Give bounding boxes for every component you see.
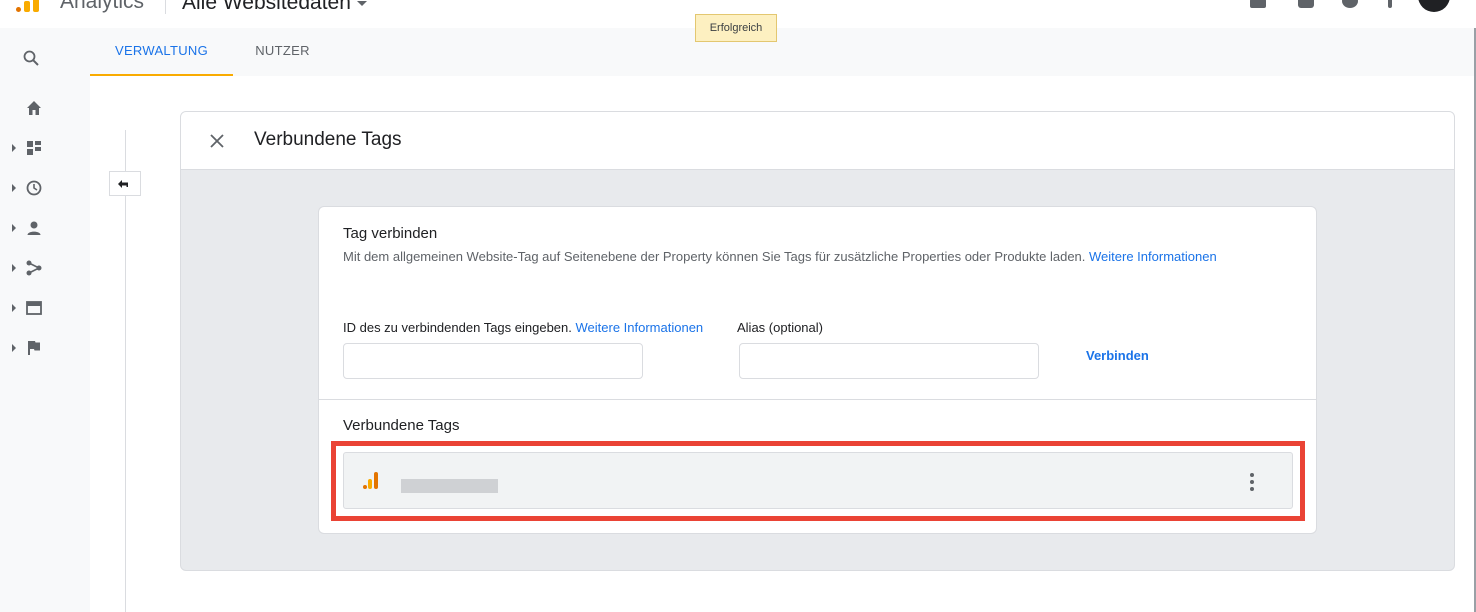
avatar[interactable] bbox=[1418, 0, 1450, 12]
alias-label: Alias (optional) bbox=[737, 320, 823, 335]
tab-verwaltung[interactable]: VERWALTUNG bbox=[90, 28, 233, 76]
expand-arrow-icon[interactable] bbox=[12, 304, 16, 312]
highlight-box bbox=[331, 441, 1305, 521]
account-selector[interactable]: Alle Websitedaten bbox=[182, 0, 367, 15]
back-arrow-icon bbox=[118, 179, 128, 188]
section-title: Tag verbinden bbox=[343, 225, 438, 242]
tag-id-label-text: ID des zu verbindenden Tags eingeben. bbox=[343, 320, 572, 335]
search-icon[interactable] bbox=[23, 50, 39, 66]
left-nav bbox=[0, 28, 90, 612]
connect-tag-card: Tag verbinden Mit dem allgemeinen Websit… bbox=[318, 206, 1317, 534]
header-divider bbox=[165, 0, 166, 14]
flag-icon[interactable] bbox=[26, 340, 42, 356]
description-text: Mit dem allgemeinen Website-Tag auf Seit… bbox=[343, 249, 1086, 264]
more-vert-icon[interactable] bbox=[1388, 0, 1392, 8]
success-toast: Erfolgreich bbox=[695, 14, 777, 42]
close-icon bbox=[210, 134, 224, 148]
alias-input[interactable] bbox=[739, 343, 1039, 379]
expand-arrow-icon[interactable] bbox=[12, 264, 16, 272]
caret-down-icon bbox=[356, 0, 367, 6]
tag-id-input[interactable] bbox=[343, 343, 643, 379]
expand-arrow-icon[interactable] bbox=[12, 344, 16, 352]
side-rail bbox=[125, 130, 126, 612]
expand-arrow-icon[interactable] bbox=[12, 184, 16, 192]
admin-tabs: VERWALTUNG NUTZER bbox=[90, 28, 1476, 76]
expand-arrow-icon[interactable] bbox=[12, 144, 16, 152]
connected-tags-panel: Verbundene Tags Tag verbinden Mit dem al… bbox=[180, 111, 1455, 571]
account-name: Alle Websitedaten bbox=[182, 0, 351, 14]
section-description: Mit dem allgemeinen Website-Tag auf Seit… bbox=[343, 247, 1243, 266]
close-button[interactable] bbox=[206, 130, 228, 152]
product-name: Analytics bbox=[60, 0, 145, 13]
help-icon[interactable] bbox=[1342, 0, 1358, 8]
connect-button[interactable]: Verbinden bbox=[1086, 348, 1149, 363]
panel-header: Verbundene Tags bbox=[181, 112, 1454, 170]
learn-more-link[interactable]: Weitere Informationen bbox=[1089, 249, 1217, 264]
tag-id-label: ID des zu verbindenden Tags eingeben. We… bbox=[343, 320, 703, 335]
section-divider bbox=[319, 399, 1316, 400]
share-icon[interactable] bbox=[26, 260, 42, 276]
analytics-logo[interactable] bbox=[14, 0, 42, 12]
apps-icon[interactable] bbox=[1298, 0, 1314, 8]
expand-arrow-icon[interactable] bbox=[12, 224, 16, 232]
clock-icon[interactable] bbox=[26, 180, 42, 196]
tag-id-learn-more-link[interactable]: Weitere Informationen bbox=[576, 320, 704, 335]
back-button[interactable] bbox=[109, 171, 141, 196]
connected-tags-title: Verbundene Tags bbox=[343, 417, 460, 434]
panel-title: Verbundene Tags bbox=[254, 129, 402, 150]
browser-icon[interactable] bbox=[26, 300, 42, 316]
dashboard-icon[interactable] bbox=[26, 140, 42, 156]
tab-nutzer[interactable]: NUTZER bbox=[240, 28, 325, 76]
person-icon[interactable] bbox=[26, 220, 42, 236]
home-icon[interactable] bbox=[26, 100, 42, 116]
notifications-icon[interactable] bbox=[1250, 0, 1266, 8]
